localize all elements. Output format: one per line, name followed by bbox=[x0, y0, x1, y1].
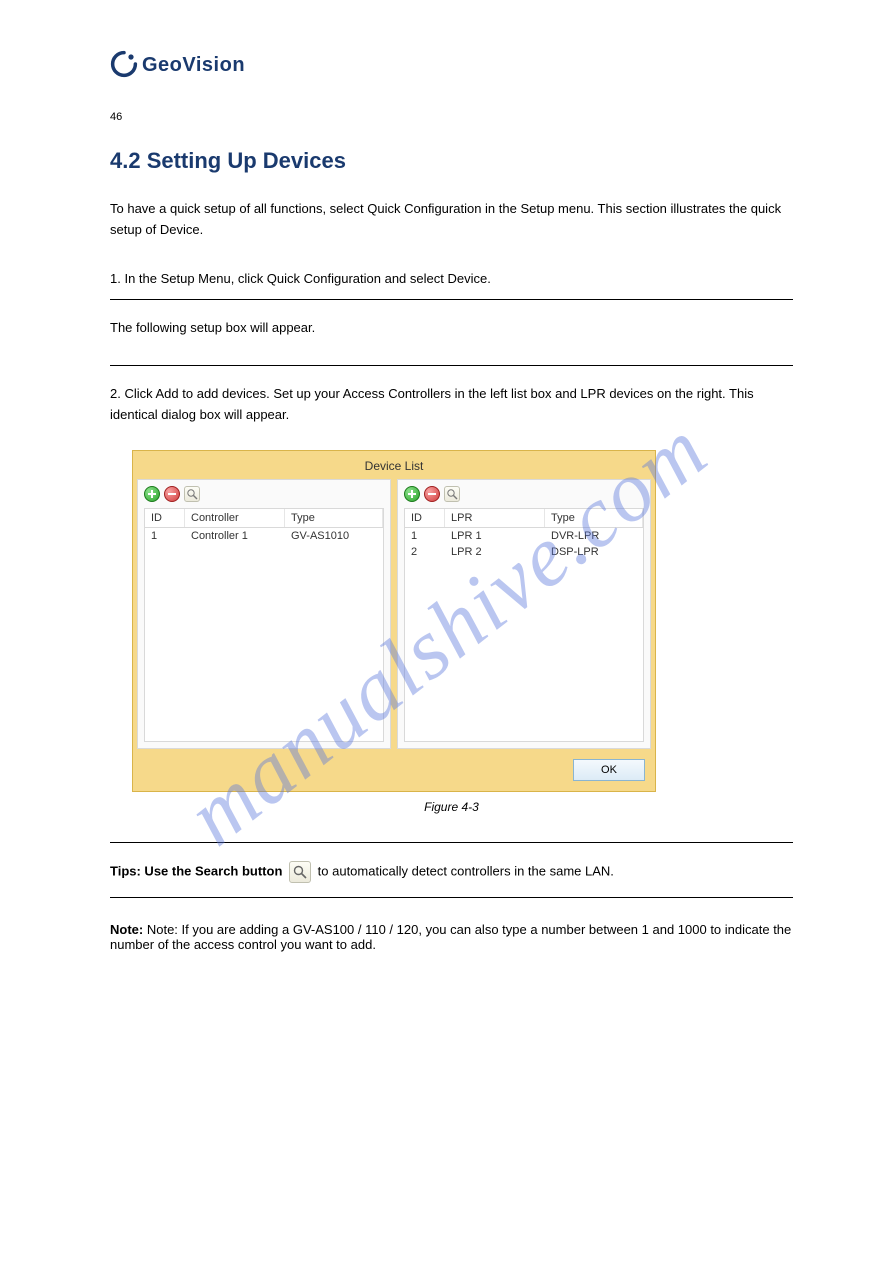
lpr-list[interactable]: 1 LPR 1 DVR-LPR 2 LPR 2 DSP-LPR bbox=[404, 528, 644, 742]
col-id-header: ID bbox=[405, 509, 445, 527]
col-id-header: ID bbox=[145, 509, 185, 527]
figure-caption: Figure 4-3 bbox=[110, 800, 793, 814]
col-type-header: Type bbox=[545, 509, 643, 527]
brand-logo: GeoVision bbox=[110, 50, 793, 81]
step-1-line2: The following setup box will appear. bbox=[110, 318, 793, 339]
add-icon[interactable] bbox=[404, 486, 420, 502]
separator bbox=[110, 299, 793, 300]
search-icon[interactable] bbox=[184, 486, 200, 502]
col-type-header: Type bbox=[285, 509, 383, 527]
table-row[interactable]: 2 LPR 2 DSP-LPR bbox=[405, 544, 643, 560]
lpr-header: ID LPR Type bbox=[404, 508, 644, 528]
controllers-pane: ID Controller Type 1 Controller 1 GV-AS1… bbox=[137, 479, 391, 749]
search-icon bbox=[289, 861, 311, 883]
step-2: 2. Click Add to add devices. Set up your… bbox=[110, 384, 793, 426]
brand-name: GeoVision bbox=[142, 54, 245, 77]
separator bbox=[110, 842, 793, 843]
search-icon[interactable] bbox=[444, 486, 460, 502]
add-icon[interactable] bbox=[144, 486, 160, 502]
separator bbox=[110, 365, 793, 366]
note-paragraph: Note: Note: If you are adding a GV-AS100… bbox=[110, 922, 793, 952]
table-row[interactable]: 1 Controller 1 GV-AS1010 bbox=[145, 528, 383, 544]
remove-icon[interactable] bbox=[424, 486, 440, 502]
tip-line: Tips: Use the Search button to automatic… bbox=[110, 861, 793, 883]
logo-swirl-icon bbox=[110, 50, 138, 81]
controllers-header: ID Controller Type bbox=[144, 508, 384, 528]
controllers-list[interactable]: 1 Controller 1 GV-AS1010 bbox=[144, 528, 384, 742]
lpr-pane: ID LPR Type 1 LPR 1 DVR-LPR 2 LPR 2 DSP-… bbox=[397, 479, 651, 749]
ok-button[interactable]: OK bbox=[573, 759, 645, 781]
section-heading: 4.2 Setting Up Devices bbox=[110, 148, 793, 174]
col-lpr-header: LPR bbox=[445, 509, 545, 527]
table-row[interactable]: 1 LPR 1 DVR-LPR bbox=[405, 528, 643, 544]
col-controller-header: Controller bbox=[185, 509, 285, 527]
page-number: 46 bbox=[110, 111, 793, 123]
step-1-line1: 1. In the Setup Menu, click Quick Config… bbox=[110, 269, 793, 290]
tip-suffix: to automatically detect controllers in t… bbox=[318, 863, 614, 878]
tip-prefix: Tips: Use the Search button bbox=[110, 863, 282, 878]
separator bbox=[110, 897, 793, 898]
remove-icon[interactable] bbox=[164, 486, 180, 502]
device-list-dialog: Device List ID Controller bbox=[132, 450, 793, 792]
lpr-toolbar bbox=[404, 486, 644, 502]
dialog-title: Device List bbox=[137, 455, 651, 479]
intro-paragraph: To have a quick setup of all functions, … bbox=[110, 199, 793, 241]
controllers-toolbar bbox=[144, 486, 384, 502]
